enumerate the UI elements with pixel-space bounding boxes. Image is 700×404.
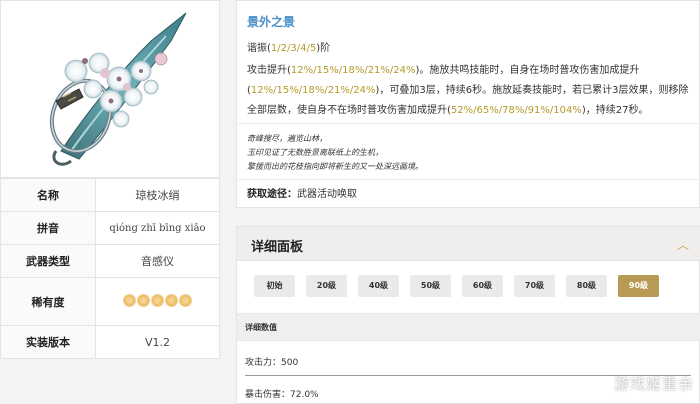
weapon-info-column: 名称 琼枝冰绡 拼音 qióng zhī bīng xiāo 武器类型 音感仪 … [0, 0, 220, 404]
effect-atk-values: 12%/15%/18%/21%/24% [290, 65, 416, 76]
obtain-method: 获取途径：武器活动唤取 [237, 179, 700, 209]
level-tab-80[interactable]: 80级 [566, 275, 607, 297]
info-key: 稀有度 [0, 277, 96, 326]
detail-panel-header[interactable]: 详细面板 ︿ [237, 227, 700, 261]
chevron-up-icon[interactable]: ︿ [675, 236, 691, 252]
effect-text: 攻击提升( [247, 65, 291, 76]
info-row-pinyin: 拼音 qióng zhī bīng xiāo [0, 211, 220, 245]
info-value: qióng zhī bīng xiāo [95, 211, 220, 245]
refine-levels: 谐振(1/2/3/4/5)阶 [247, 39, 330, 54]
stat-crit-damage: 暴击伤害：72.0% [245, 390, 319, 400]
level-tabs: 初始 20级 40级 50级 60级 70级 80级 90级 [254, 275, 659, 297]
info-row-name: 名称 琼枝冰绡 [0, 178, 220, 212]
quote-line: 擎援而出的花枝指向即将新生的又一处深远画境。 [247, 162, 423, 171]
weapon-lore-quote: 奇峰搜尽，遍览山林， 玉印见证了无数胜景离联纸上的生机， 擎援而出的花枝指向即将… [237, 123, 700, 174]
effect-text: )。施放共鸣技能时，自身在场时普攻伤害加成提升 [415, 65, 640, 76]
page: 名称 琼枝冰绡 拼音 qióng zhī bīng xiāo 武器类型 音感仪 … [0, 0, 700, 404]
quote-line: 玉印见证了无数胜景离联纸上的生机， [247, 148, 383, 157]
level-tab-90[interactable]: 90级 [618, 275, 659, 297]
info-key: 实装版本 [0, 325, 96, 359]
stat-attack: 攻击力：500 [245, 358, 299, 368]
refine-values: 1/2/3/4/5 [270, 43, 317, 54]
level-tab-50[interactable]: 50级 [410, 275, 451, 297]
star-icon [152, 294, 163, 306]
watermark: 游戏姬重余 [613, 375, 694, 393]
star-icon [180, 294, 191, 306]
detail-values-header: 详细数值 [237, 313, 700, 341]
refine-prefix: 谐振( [247, 43, 271, 54]
info-value: 音感仪 [95, 244, 220, 278]
info-row-version: 实装版本 V1.2 [0, 325, 220, 359]
effect-offfield-values: 52%/65%/78%/91%/104% [450, 105, 582, 116]
skill-description-card: 景外之景 谐振(1/2/3/4/5)阶 攻击提升(12%/15%/18%/21%… [236, 0, 700, 208]
skill-title: 景外之景 [247, 15, 296, 29]
info-value: V1.2 [95, 325, 220, 359]
quote-line: 奇峰搜尽，遍览山林， [247, 134, 327, 143]
detail-panel-title: 详细面板 [251, 240, 304, 255]
level-tab-20[interactable]: 20级 [306, 275, 347, 297]
skill-effect-text: 攻击提升(12%/15%/18%/21%/24%)。施放共鸣技能时，自身在场时普… [247, 65, 689, 116]
refine-suffix: )阶 [316, 43, 331, 54]
star-icon [138, 294, 149, 306]
star-icon [124, 294, 135, 306]
info-key: 名称 [0, 178, 96, 212]
star-icon [166, 294, 177, 306]
level-tab-70[interactable]: 70级 [514, 275, 555, 297]
effect-bonus-values: 12%/15%/18%/21%/24% [250, 85, 376, 96]
obtain-value: 武器活动唤取 [297, 189, 357, 200]
weapon-illustration [49, 12, 187, 166]
weapon-image [0, 0, 220, 178]
info-row-rarity: 稀有度 [0, 277, 220, 326]
info-row-type: 武器类型 音感仪 [0, 244, 220, 278]
level-tab-60[interactable]: 60级 [462, 275, 503, 297]
info-key: 拼音 [0, 211, 96, 245]
rarity-stars [95, 277, 220, 326]
info-value: 琼枝冰绡 [95, 178, 220, 212]
info-key: 武器类型 [0, 244, 96, 278]
weapon-info-table: 名称 琼枝冰绡 拼音 qióng zhī bīng xiāo 武器类型 音感仪 … [0, 178, 220, 359]
level-tab-40[interactable]: 40级 [358, 275, 399, 297]
obtain-label: 获取途径： [247, 189, 297, 200]
effect-text: )，持续27秒。 [581, 105, 649, 116]
level-tab-initial[interactable]: 初始 [254, 275, 295, 297]
